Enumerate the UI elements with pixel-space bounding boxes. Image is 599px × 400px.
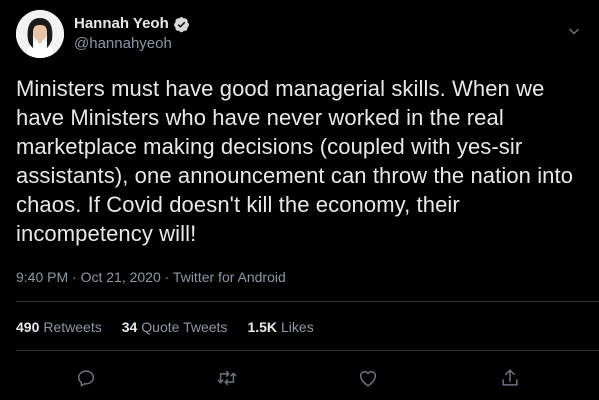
reply-icon [77,370,95,387]
retweets-count: 490 [16,319,40,335]
like-button[interactable] [354,364,382,392]
retweets-label: Retweets [43,319,102,335]
retweet-button[interactable] [213,364,241,392]
divider [16,350,599,351]
likes-label: Likes [281,319,314,335]
author-handle[interactable]: @hannahyeoh [74,34,190,54]
likes-stat[interactable]: 1.5K Likes [247,318,313,336]
tweet-stats: 490 Retweets 34 Quote Tweets 1.5K Likes [16,318,334,336]
display-name[interactable]: Hannah Yeoh [74,14,169,34]
avatar-image [16,10,64,58]
tweet-card: Hannah Yeoh @hannahyeoh Ministers must h… [0,0,599,400]
quote-tweets-stat[interactable]: 34 Quote Tweets [122,318,228,336]
reply-button[interactable] [72,364,100,392]
tweet-header: Hannah Yeoh @hannahyeoh [16,10,190,58]
author-names: Hannah Yeoh @hannahyeoh [74,14,190,54]
quote-tweets-count: 34 [121,319,138,335]
chevron-down-icon[interactable] [567,24,581,38]
name-row: Hannah Yeoh [74,14,190,34]
verified-badge-icon [173,16,190,33]
retweets-stat[interactable]: 490 Retweets [16,318,102,336]
retweet-icon [217,370,237,386]
tweet-text: Ministers must have good managerial skil… [16,76,574,246]
likes-count: 1.5K [247,319,278,335]
heart-icon [359,370,377,387]
share-button[interactable] [496,364,524,392]
tweet-meta[interactable]: 9:40 PM · Oct 21, 2020 · Twitter for And… [16,268,286,286]
divider [16,301,599,302]
tweet-actions [0,360,599,396]
share-icon [502,369,518,386]
avatar[interactable] [16,10,64,58]
quote-tweets-label: Quote Tweets [141,319,228,335]
